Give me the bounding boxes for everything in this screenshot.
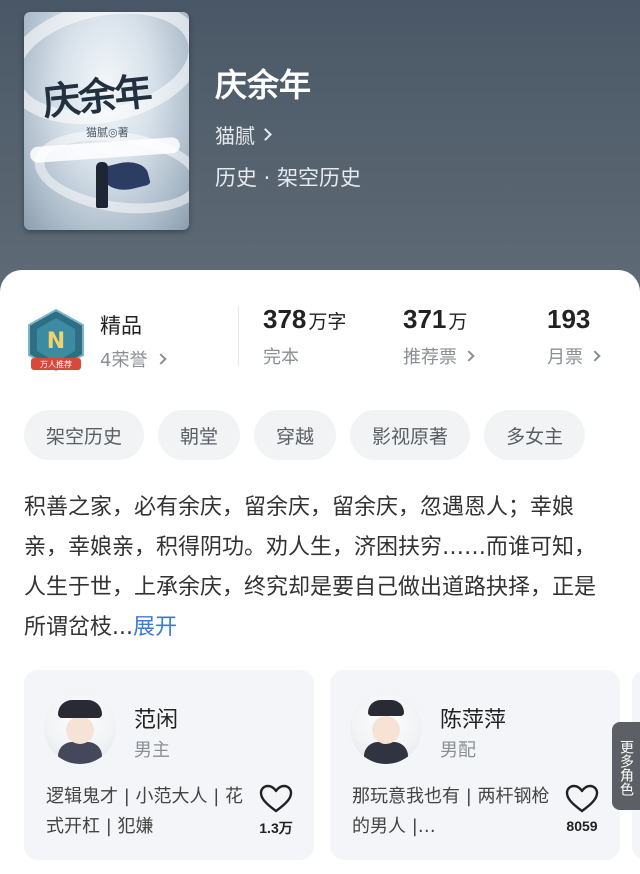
like-count: 8059 — [566, 818, 598, 834]
tag-chip[interactable]: 多女主 — [484, 410, 586, 460]
stat-value: 193 — [547, 304, 591, 334]
role-type: 男主 — [134, 740, 170, 761]
chevron-right-icon — [589, 350, 601, 362]
chevron-right-icon — [155, 353, 168, 365]
stat-label: 推荐票 — [403, 343, 475, 369]
avatar-hair — [58, 700, 102, 718]
stat-label-text: 完本 — [263, 347, 299, 368]
role-card[interactable]: 陈萍萍 男配 那玩意我也有 | 两杆钢枪的男人 |… 8059 — [330, 670, 620, 860]
book-cover[interactable]: 庆余年 猫腻◎著 — [24, 12, 189, 230]
book-title: 庆余年 — [215, 66, 312, 104]
book-header: 庆余年 猫腻◎著 庆余年 猫腻 历史 · 架空历史 — [0, 0, 640, 300]
honor-badge-icon: N 万人推荐 — [28, 308, 84, 372]
stat-label: 月票 — [547, 343, 601, 369]
chevron-right-icon — [463, 350, 475, 362]
stat-value: 378 — [263, 304, 307, 334]
expand-link[interactable]: 展开 — [133, 615, 177, 640]
role-type: 男配 — [440, 740, 476, 761]
like-count: 1.3万 — [259, 820, 293, 836]
stat-word-count: 378 万字 完本 — [263, 304, 346, 369]
stat-monthly-votes[interactable]: 193 月票 — [547, 304, 601, 369]
tag-chip[interactable]: 架空历史 — [24, 410, 145, 460]
avatar-body — [58, 742, 102, 764]
intro-text: 积善之家，必有余庆，留余庆，留余庆，忽遇恩人；幸娘亲，幸娘亲，积得阴功。劝人生，… — [24, 495, 597, 640]
avatar — [44, 692, 116, 764]
like-button[interactable]: 1.3万 — [256, 784, 296, 838]
tag-chip[interactable]: 穿越 — [254, 410, 337, 460]
stat-unit: 万 — [448, 311, 468, 333]
tag-chip[interactable]: 朝堂 — [158, 410, 241, 460]
honor-section[interactable]: N 万人推荐 精品 4荣誉 — [25, 308, 225, 378]
avatar-face — [66, 716, 94, 744]
cover-author-text: 猫腻◎著 — [86, 126, 129, 139]
honor-count-label: 4荣誉 — [100, 350, 148, 371]
honor-name: 精品 — [100, 314, 142, 338]
role-card[interactable]: 范闲 男主 逻辑鬼才 | 小范大人 | 花式开杠 | 犯嫌 1.3万 — [24, 670, 314, 860]
cover-figure — [96, 162, 108, 208]
author-name: 猫腻 — [215, 124, 255, 148]
book-intro[interactable]: 积善之家，必有余庆，留余庆，留余庆，忽遇恩人；幸娘亲，幸娘亲，积得阴功。劝人生，… — [24, 488, 616, 648]
book-detail-card: N 万人推荐 精品 4荣誉 378 万字 完本 371 万 推荐票 193 月票 架… — [0, 270, 640, 874]
svg-text:N: N — [47, 329, 65, 354]
tag-list: 架空历史 朝堂 穿越 影视原著 多女主 — [24, 410, 586, 460]
chevron-right-icon — [259, 128, 272, 141]
stat-value: 371 — [403, 304, 447, 334]
honor-count: 4荣誉 — [100, 346, 168, 372]
role-desc: 逻辑鬼才 | 小范大人 | 花式开杠 | 犯嫌 — [46, 786, 244, 837]
heart-icon — [259, 784, 293, 813]
stat-recommend-votes[interactable]: 371 万 推荐票 — [403, 304, 475, 369]
divider — [238, 306, 239, 366]
stat-label-text: 月票 — [547, 347, 583, 368]
stat-label-text: 推荐票 — [403, 347, 457, 368]
role-name: 范闲 — [134, 708, 179, 733]
author-link[interactable]: 猫腻 — [215, 120, 272, 149]
heart-icon — [565, 784, 599, 813]
stat-unit: 万字 — [308, 311, 347, 333]
more-roles-button[interactable]: 更多角色 — [612, 722, 640, 810]
like-button[interactable]: 8059 — [562, 784, 602, 834]
role-list: 范闲 男主 逻辑鬼才 | 小范大人 | 花式开杠 | 犯嫌 1.3万 陈萍萍 男… — [24, 670, 620, 860]
tag-chip[interactable]: 影视原著 — [350, 410, 471, 460]
role-desc: 那玩意我也有 | 两杆钢枪的男人 |… — [352, 786, 550, 837]
avatar-hair — [368, 700, 404, 716]
avatar-face — [372, 716, 400, 744]
stat-label: 完本 — [263, 343, 346, 369]
svg-text:万人推荐: 万人推荐 — [40, 359, 72, 369]
avatar-body — [364, 742, 408, 764]
book-category[interactable]: 历史 · 架空历史 — [215, 162, 361, 192]
role-name: 陈萍萍 — [440, 708, 507, 733]
avatar — [350, 692, 422, 764]
